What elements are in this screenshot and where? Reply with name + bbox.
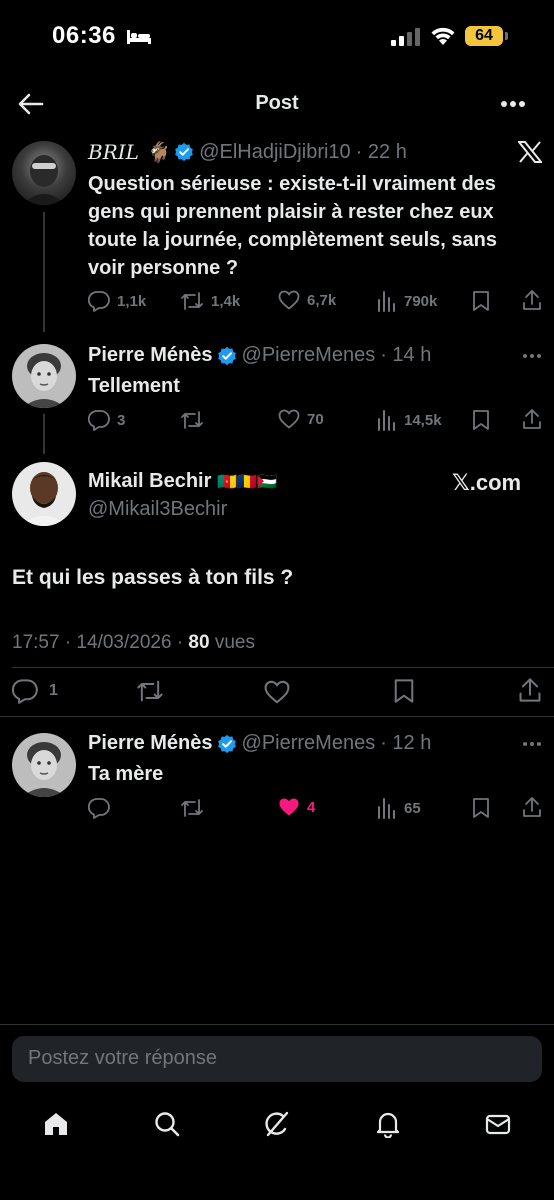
post-timestamp: 17:57 · 14/03/2026 · xyxy=(12,632,189,653)
bookmark-icon[interactable] xyxy=(472,290,490,312)
page-title: Post xyxy=(255,92,299,114)
repost-action[interactable]: 1,4k xyxy=(180,290,240,312)
reply-count: 1 xyxy=(49,682,58,699)
bookmark-icon[interactable] xyxy=(393,678,415,704)
x-logo-icon[interactable] xyxy=(518,141,542,163)
like-icon xyxy=(278,290,300,310)
verified-badge-icon xyxy=(174,142,194,162)
home-icon[interactable] xyxy=(42,1110,70,1138)
like-action[interactable]: 6,7k xyxy=(278,290,336,310)
post-meta: 17:57 · 14/03/2026 · 80 vues xyxy=(12,632,255,654)
grok-icon[interactable] xyxy=(263,1110,291,1138)
reply-icon[interactable] xyxy=(88,797,110,819)
sleep-bed-icon xyxy=(126,28,152,46)
reply-action[interactable]: 1 xyxy=(12,678,58,704)
post-time: · 22 h xyxy=(355,140,407,163)
author-handle[interactable]: @ElHadjiDjibri10 xyxy=(199,141,350,164)
avatar[interactable] xyxy=(12,462,76,526)
views-icon xyxy=(378,410,395,431)
like-icon[interactable] xyxy=(263,680,291,704)
views-label: vues xyxy=(209,632,255,653)
reply-action[interactable]: 1,1k xyxy=(88,290,146,312)
reply-count: 1,1k xyxy=(117,292,147,310)
views-icon xyxy=(378,291,395,312)
thread-line xyxy=(43,414,45,454)
verified-badge-icon xyxy=(217,346,237,366)
views-action[interactable]: 65 xyxy=(377,797,421,819)
thread-line xyxy=(43,212,45,332)
reply-count: 3 xyxy=(117,411,126,429)
wifi-icon xyxy=(429,26,457,46)
notifications-bell-icon[interactable] xyxy=(374,1110,402,1138)
like-action[interactable]: 4 xyxy=(278,797,315,817)
divider xyxy=(0,716,554,717)
post-time: · 14 h xyxy=(380,344,432,366)
avatar[interactable] xyxy=(12,344,76,408)
tweet-text: Tellement xyxy=(88,375,180,397)
author-name[interactable]: Pierre Ménès xyxy=(88,732,213,755)
bookmark-icon[interactable] xyxy=(472,409,490,431)
avatar[interactable] xyxy=(12,733,76,797)
tweet-header: Pierre Ménès @PierreMenes · 14 h xyxy=(88,344,431,367)
author-handle[interactable]: @PierreMenes xyxy=(242,344,376,367)
messages-mail-icon[interactable] xyxy=(484,1110,512,1138)
flag-emojis: 🇨🇲🇹🇩🇵🇸 xyxy=(217,473,278,491)
reply-icon xyxy=(12,679,38,704)
divider xyxy=(0,1024,554,1025)
status-time: 06:36 xyxy=(52,22,116,49)
views-number: 80 xyxy=(188,632,210,653)
search-icon[interactable] xyxy=(153,1110,181,1138)
views-count: 14,5k xyxy=(404,411,442,429)
bookmark-icon[interactable] xyxy=(472,797,490,819)
tweet-text: Ta mère xyxy=(88,763,164,785)
verified-badge-icon xyxy=(217,734,237,754)
cellular-signal-icon xyxy=(391,28,421,46)
repost-action[interactable] xyxy=(180,409,211,431)
author-name[interactable]: Pierre Ménès xyxy=(88,344,213,367)
share-icon[interactable] xyxy=(522,289,542,311)
repost-icon xyxy=(181,411,203,429)
author-handle[interactable]: @PierreMenes xyxy=(242,732,376,755)
author-name[interactable]: Mikail Bechir xyxy=(88,470,211,493)
like-count: 70 xyxy=(307,410,324,428)
author-name[interactable]: BRIL 🐐 xyxy=(88,140,170,164)
author-name-row: Mikail Bechir 🇨🇲🇹🇩🇵🇸 xyxy=(88,470,277,493)
tweet-header: Pierre Ménès @PierreMenes · 12 h xyxy=(88,732,431,755)
like-count: 4 xyxy=(307,798,316,816)
tweet-text: Question sérieuse : existe-t-il vraiment… xyxy=(88,173,498,279)
repost-count: 1,4k xyxy=(211,292,241,310)
x-com-watermark: 𝕏.com xyxy=(452,470,522,495)
views-icon xyxy=(378,798,395,819)
reply-icon xyxy=(88,291,110,312)
divider xyxy=(12,667,554,668)
author-handle[interactable]: @Mikail3Bechir xyxy=(88,498,227,521)
post-time: · 12 h xyxy=(380,732,432,754)
reply-placeholder: Postez votre réponse xyxy=(28,1047,217,1069)
like-action[interactable]: 70 xyxy=(278,409,324,429)
battery-indicator: 64 xyxy=(465,26,503,46)
more-options-icon[interactable] xyxy=(522,741,542,747)
like-icon xyxy=(278,409,300,429)
reply-action[interactable]: 3 xyxy=(88,409,125,431)
share-icon[interactable] xyxy=(522,796,542,818)
repost-icon xyxy=(181,292,203,310)
views-count: 790k xyxy=(404,292,438,310)
share-icon[interactable] xyxy=(518,677,542,703)
like-count: 6,7k xyxy=(307,291,337,309)
views-action[interactable]: 14,5k xyxy=(377,409,442,431)
views-action[interactable]: 790k xyxy=(377,290,437,312)
share-icon[interactable] xyxy=(522,408,542,430)
post-text: Et qui les passes à ton fils ? xyxy=(12,566,294,589)
tweet-header: BRIL 🐐 @ElHadjiDjibri10 · 22 h xyxy=(88,140,407,164)
reply-icon xyxy=(88,410,110,431)
like-filled-icon xyxy=(279,798,299,816)
repost-icon[interactable] xyxy=(136,678,164,704)
avatar[interactable] xyxy=(12,141,76,205)
more-options-icon[interactable] xyxy=(500,100,526,108)
views-count: 65 xyxy=(404,799,421,817)
repost-icon[interactable] xyxy=(180,797,204,819)
battery-tip xyxy=(505,32,508,40)
more-options-icon[interactable] xyxy=(522,353,542,359)
